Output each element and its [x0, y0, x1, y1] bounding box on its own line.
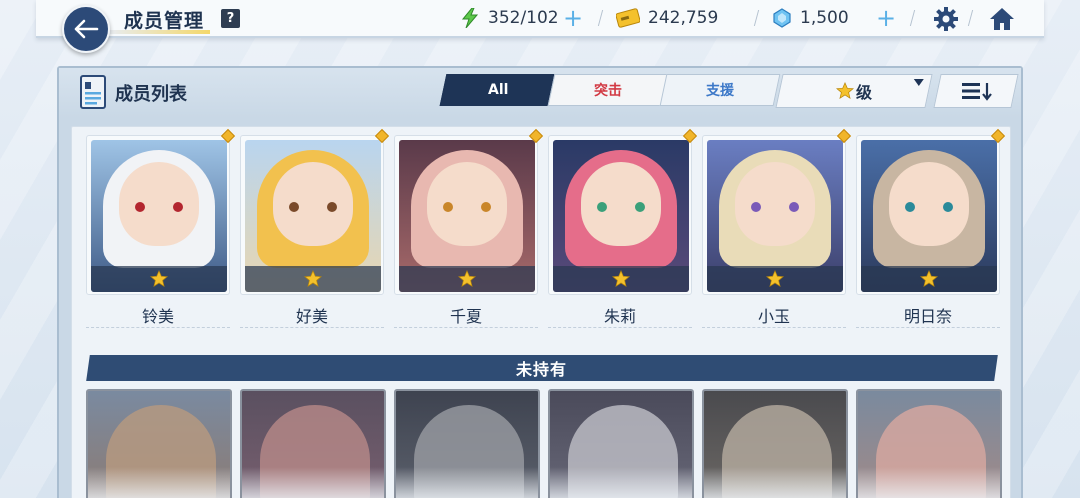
divider	[240, 327, 384, 328]
energy-display: 352/102	[460, 8, 559, 28]
star-rating	[553, 266, 689, 292]
divider	[597, 10, 604, 26]
star-icon	[612, 270, 630, 287]
title-underline	[110, 30, 210, 34]
member-name: 千夏	[449, 307, 482, 326]
member-portrait	[861, 140, 997, 292]
member-name: 小玉	[757, 307, 790, 326]
filter-tabs: All 突击 支援	[439, 74, 781, 108]
sort-order-button[interactable]	[933, 74, 1019, 108]
divider	[394, 327, 538, 328]
star-rating	[399, 266, 535, 292]
add-gems-button[interactable]: +	[876, 6, 896, 30]
star-icon	[304, 270, 322, 287]
back-arrow-icon	[74, 19, 99, 39]
member-card[interactable]	[394, 128, 544, 295]
member-name: 铃美	[141, 307, 174, 326]
not-owned-label: 未持有	[516, 360, 568, 379]
home-icon	[990, 8, 1014, 30]
panel-title: 成员列表	[115, 84, 187, 105]
energy-value: 352/102	[488, 8, 559, 28]
divider	[702, 327, 846, 328]
panel-header: 成员列表 All 突击 支援 级	[59, 68, 1021, 118]
member-list-panel: 成员列表 All 突击 支援 级 铃美 好美 千夏 朱莉 小玉 明日奈 未持有	[57, 66, 1023, 498]
dropdown-corner-icon	[913, 79, 924, 86]
divider	[753, 10, 760, 26]
credits-display: 242,759	[616, 8, 718, 28]
member-card[interactable]	[86, 128, 236, 295]
tab-label: 支援	[706, 83, 734, 99]
star-rating	[861, 266, 997, 292]
credits-value: 242,759	[648, 8, 719, 28]
sort-dropdown[interactable]: 级	[775, 74, 933, 108]
back-button[interactable]	[62, 5, 110, 53]
locked-member-card[interactable]	[240, 389, 386, 498]
member-name: 明日奈	[903, 307, 952, 326]
divider	[86, 327, 230, 328]
star-icon	[458, 270, 476, 287]
star-rating	[707, 266, 843, 292]
lightning-icon	[461, 8, 479, 28]
gear-icon	[934, 7, 958, 31]
page-title: 成员管理	[124, 10, 205, 32]
member-portrait	[245, 140, 381, 292]
gems-display: 1,500	[772, 8, 849, 28]
help-button[interactable]: ?	[221, 9, 240, 28]
member-list-icon	[80, 75, 106, 109]
star-rating	[91, 266, 227, 292]
locked-member-card[interactable]	[548, 389, 694, 498]
member-grid: 铃美 好美 千夏 朱莉 小玉 明日奈 未持有	[71, 126, 1011, 498]
top-bar: 成员管理 ? 352/102 + 242,759 1,500 +	[36, 0, 1044, 38]
tab-strike[interactable]: 突击	[547, 74, 669, 106]
member-portrait	[553, 140, 689, 292]
locked-member-card[interactable]	[86, 389, 232, 498]
home-button[interactable]	[988, 6, 1016, 32]
locked-member-card[interactable]	[702, 389, 848, 498]
sort-label: 级	[855, 83, 872, 102]
locked-member-card[interactable]	[856, 389, 1002, 498]
settings-button[interactable]	[932, 6, 960, 32]
crystal-icon	[773, 8, 791, 28]
star-rating	[245, 266, 381, 292]
star-icon	[150, 270, 168, 287]
member-portrait	[91, 140, 227, 292]
not-owned-header: 未持有	[86, 355, 998, 381]
tab-all[interactable]: All	[439, 74, 557, 106]
divider	[967, 10, 974, 26]
member-card[interactable]	[240, 128, 390, 295]
star-icon	[766, 270, 784, 287]
tab-label: All	[487, 82, 509, 98]
add-energy-button[interactable]: +	[563, 6, 583, 30]
member-name: 朱莉	[603, 307, 636, 326]
member-portrait	[399, 140, 535, 292]
gems-value: 1,500	[800, 8, 849, 28]
star-icon	[920, 270, 938, 287]
star-icon	[835, 82, 854, 99]
divider	[856, 327, 1000, 328]
member-name: 好美	[295, 307, 328, 326]
member-card[interactable]	[856, 128, 1006, 295]
member-card[interactable]	[702, 128, 852, 295]
locked-member-card[interactable]	[394, 389, 540, 498]
tab-label: 突击	[594, 83, 622, 99]
member-portrait	[707, 140, 843, 292]
divider	[548, 327, 692, 328]
divider	[909, 10, 916, 26]
tab-support[interactable]: 支援	[659, 74, 781, 106]
sort-descending-icon	[962, 83, 992, 101]
credit-card-icon	[616, 8, 640, 28]
member-card[interactable]	[548, 128, 698, 295]
